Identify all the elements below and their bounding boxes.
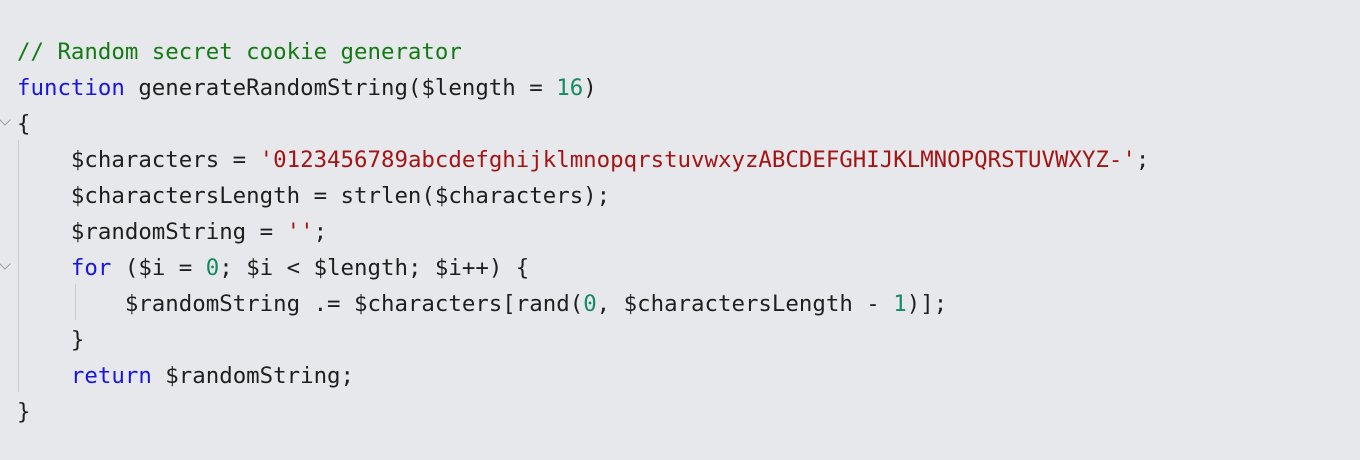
code-token-plain: ($i = xyxy=(111,255,206,281)
code-token-plain: ) xyxy=(583,75,597,101)
code-line: $characters = '0123456789abcdefghijklmno… xyxy=(17,142,1149,178)
code-token-comment: // Random secret cookie generator xyxy=(17,39,462,65)
code-line: } xyxy=(17,322,85,358)
code-editor[interactable]: // Random secret cookie generator functio… xyxy=(0,0,1360,460)
code-token-plain: , $charactersLength - xyxy=(596,291,894,317)
code-token-plain: $randomString .= $characters[rand( xyxy=(17,291,584,317)
code-token-plain: ; xyxy=(1135,147,1150,173)
code-token-plain: } xyxy=(17,327,85,353)
code-line: } xyxy=(17,394,30,430)
code-line: $randomString = ''; xyxy=(17,214,327,250)
code-token-plain: generateRandomString($length = xyxy=(124,75,557,101)
code-token-keyword: return xyxy=(70,363,152,389)
code-line: $randomString .= $characters[rand(0, $ch… xyxy=(17,286,947,322)
code-token-string: '' xyxy=(286,219,314,245)
code-token-keyword: for xyxy=(70,255,112,281)
code-token-plain: $randomString; xyxy=(151,363,355,389)
code-line: function generateRandomString($length = … xyxy=(17,70,597,106)
code-line: for ($i = 0; $i < $length; $i++) { xyxy=(17,250,529,286)
code-token-number: 16 xyxy=(556,75,584,101)
code-token-keyword: function xyxy=(17,75,125,101)
code-token-plain: )]; xyxy=(906,291,948,317)
code-token-plain: ; $i < $length; $i++) { xyxy=(219,255,530,281)
fold-marker-function-icon[interactable] xyxy=(0,114,11,126)
code-token-number: 0 xyxy=(205,255,220,281)
code-token-plain: $characters = xyxy=(17,147,260,173)
code-token-string: '0123456789abcdefghijklmnopqrstuvwxyzABC… xyxy=(259,147,1136,173)
code-token-plain: } xyxy=(17,399,31,425)
code-line: $charactersLength = strlen($characters); xyxy=(17,178,610,214)
code-token-plain: $randomString = xyxy=(17,219,287,245)
code-token-plain: ; xyxy=(313,219,328,245)
code-line: return $randomString; xyxy=(17,358,354,394)
code-token-plain: { xyxy=(17,111,31,137)
code-token-number: 0 xyxy=(583,291,597,317)
code-token-number: 1 xyxy=(893,291,907,317)
fold-marker-for-loop-icon[interactable] xyxy=(0,258,11,270)
code-line: // Random secret cookie generator xyxy=(17,34,462,70)
code-token-plain: $charactersLength = strlen($characters); xyxy=(17,183,611,209)
code-line: { xyxy=(17,106,30,142)
